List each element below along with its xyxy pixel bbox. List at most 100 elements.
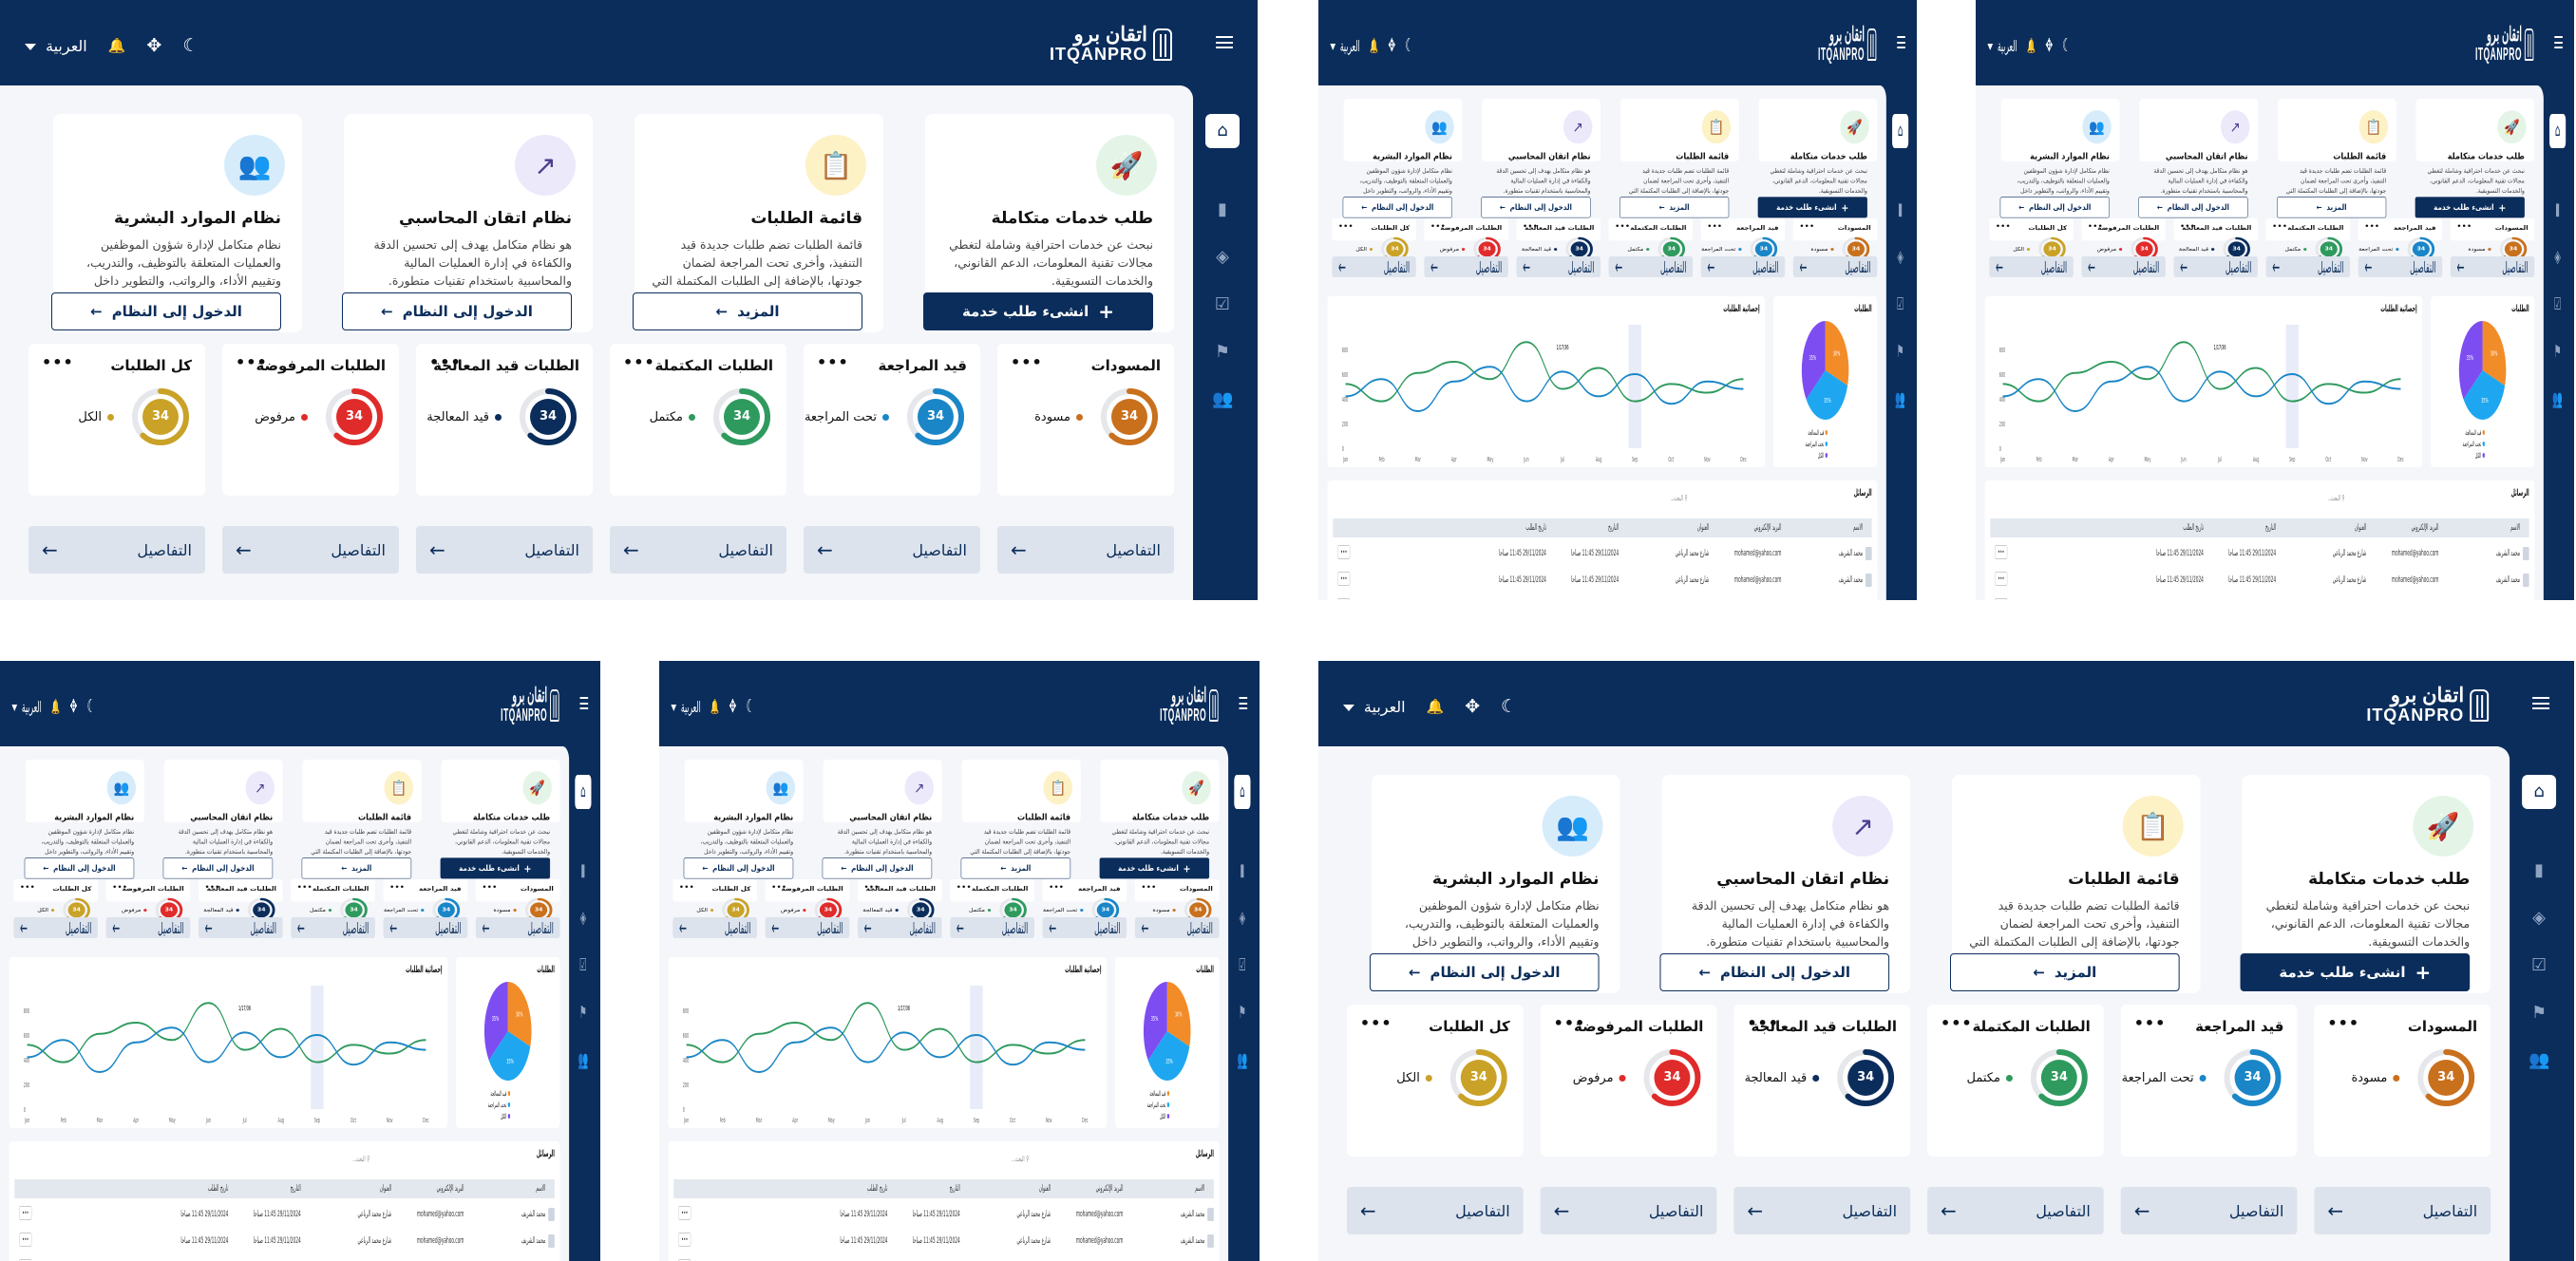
card-action-button[interactable]: المزيد ← <box>1950 953 2180 991</box>
card-action-button[interactable]: الدخول إلى النظام ← <box>342 292 572 330</box>
create-request-button[interactable]: + انشىء طلب خدمة <box>2240 953 2471 991</box>
chart-icon[interactable]: ▮ <box>1238 860 1247 881</box>
home-icon[interactable]: ⌂ <box>2522 775 2557 809</box>
chart-icon[interactable]: ▮ <box>1212 199 1233 220</box>
more-options-button[interactable]: ••• <box>1707 222 1722 230</box>
card-action-button[interactable]: المزيد ← <box>960 857 1071 879</box>
check-square-icon[interactable]: ☑ <box>1895 294 1904 315</box>
language-select[interactable]: العربية <box>1330 37 1360 55</box>
details-button[interactable]: التفاصيل ← <box>997 526 1174 574</box>
details-button[interactable]: التفاصيل ← <box>2173 255 2259 278</box>
more-options-button[interactable]: ••• <box>1049 883 1064 891</box>
details-button[interactable]: التفاصيل ← <box>1332 255 1416 278</box>
moon-icon[interactable]: ☾ <box>1406 36 1413 55</box>
card-action-button[interactable]: المزيد ← <box>301 857 412 879</box>
card-action-button[interactable]: الدخول إلى النظام ← <box>2138 197 2248 218</box>
layers-icon[interactable]: ◈ <box>578 908 588 929</box>
check-square-icon[interactable]: ☑ <box>1212 294 1233 315</box>
more-options-button[interactable]: ••• <box>2272 222 2287 230</box>
card-action-button[interactable]: الدخول إلى النظام ← <box>162 857 274 879</box>
more-options-button[interactable]: ••• <box>1941 1014 1973 1032</box>
details-button[interactable]: التفاصيل ← <box>1346 1187 1524 1234</box>
details-button[interactable]: التفاصيل ← <box>475 916 560 939</box>
card-action-button[interactable]: الدخول إلى النظام ← <box>24 857 135 879</box>
more-options-button[interactable]: ••• <box>1142 883 1157 891</box>
more-options-button[interactable]: ••• <box>1523 222 1538 230</box>
more-options-button[interactable]: ••• <box>1554 1014 1586 1032</box>
create-request-button[interactable]: + انشىء طلب خدمة <box>2415 197 2525 218</box>
details-button[interactable]: التفاصيل ← <box>13 916 99 939</box>
details-button[interactable]: التفاصيل ← <box>950 916 1034 939</box>
more-options-button[interactable]: ••• <box>1430 222 1446 230</box>
move-icon[interactable]: ✥ <box>1389 36 1396 55</box>
card-action-button[interactable]: الدخول إلى النظام ← <box>683 857 794 879</box>
flag-icon[interactable]: ⚑ <box>1238 1003 1247 1024</box>
bell-icon[interactable]: 🔔 <box>1427 697 1445 716</box>
language-select[interactable]: العربية <box>1342 698 1406 716</box>
users-icon[interactable]: 👥 <box>1212 389 1233 410</box>
details-button[interactable]: التفاصيل ← <box>1516 255 1601 278</box>
flag-icon[interactable]: ⚑ <box>1212 342 1233 363</box>
more-options-button[interactable]: ••• <box>864 883 880 891</box>
details-button[interactable]: التفاصيل ← <box>28 526 205 574</box>
users-icon[interactable]: 👥 <box>2552 389 2563 410</box>
details-button[interactable]: التفاصيل ← <box>1989 255 2074 278</box>
card-action-button[interactable]: الدخول إلى النظام ← <box>1369 953 1600 991</box>
home-icon[interactable]: ⌂ <box>575 775 592 809</box>
more-options-button[interactable]: ••• <box>1360 1014 1392 1032</box>
check-square-icon[interactable]: ☑ <box>1238 955 1247 976</box>
chart-icon[interactable]: ▮ <box>578 860 588 881</box>
more-options-button[interactable]: ••• <box>20 883 35 891</box>
flag-icon[interactable]: ⚑ <box>1895 342 1904 363</box>
check-square-icon[interactable]: ☑ <box>2529 955 2549 976</box>
card-action-button[interactable]: المزيد ← <box>633 292 862 330</box>
row-more-button[interactable]: ••• <box>1994 598 2008 600</box>
flag-icon[interactable]: ⚑ <box>578 1003 588 1024</box>
language-select[interactable]: العربية <box>671 698 701 716</box>
users-icon[interactable]: 👥 <box>1895 389 1905 410</box>
details-button[interactable]: التفاصيل ← <box>1134 916 1220 939</box>
bell-icon[interactable]: 🔔 <box>108 36 126 55</box>
layers-icon[interactable]: ◈ <box>2552 247 2562 268</box>
details-button[interactable]: التفاصيل ← <box>672 916 758 939</box>
details-button[interactable]: التفاصيل ← <box>1540 1187 1717 1234</box>
more-options-button[interactable]: ••• <box>2364 222 2379 230</box>
chart-icon[interactable]: ▮ <box>2529 860 2549 881</box>
more-options-button[interactable]: ••• <box>389 883 405 891</box>
card-action-button[interactable]: الدخول إلى النظام ← <box>1342 197 1452 218</box>
layers-icon[interactable]: ◈ <box>2529 908 2549 929</box>
row-more-button[interactable]: ••• <box>1336 572 1351 586</box>
details-button[interactable]: التفاصيل ← <box>2358 255 2443 278</box>
users-icon[interactable]: 👥 <box>2529 1050 2549 1071</box>
more-options-button[interactable]: ••• <box>483 883 498 891</box>
move-icon[interactable]: ✥ <box>2046 36 2054 55</box>
details-button[interactable]: التفاصيل ← <box>2081 255 2166 278</box>
more-options-button[interactable]: ••• <box>1338 222 1354 230</box>
details-button[interactable]: التفاصيل ← <box>222 526 399 574</box>
details-button[interactable]: التفاصيل ← <box>1927 1187 2104 1234</box>
details-button[interactable]: التفاصيل ← <box>1042 916 1127 939</box>
details-button[interactable]: التفاصيل ← <box>804 526 980 574</box>
details-button[interactable]: التفاصيل ← <box>105 916 191 939</box>
row-more-button[interactable]: ••• <box>1994 545 2008 559</box>
bell-icon[interactable]: 🔔 <box>51 697 60 716</box>
menu-icon[interactable] <box>579 697 589 709</box>
more-options-button[interactable]: ••• <box>623 353 655 371</box>
details-button[interactable]: التفاصيل ← <box>291 916 375 939</box>
more-options-button[interactable]: ••• <box>1996 222 2011 230</box>
details-button[interactable]: التفاصيل ← <box>2120 1187 2298 1234</box>
chart-icon[interactable]: ▮ <box>1895 199 1904 220</box>
language-select[interactable]: العربية <box>25 37 87 55</box>
more-options-button[interactable]: ••• <box>2456 222 2472 230</box>
more-options-button[interactable]: ••• <box>1011 353 1043 371</box>
menu-icon[interactable] <box>1216 36 1233 48</box>
flag-icon[interactable]: ⚑ <box>2552 342 2562 363</box>
more-options-button[interactable]: ••• <box>429 353 462 371</box>
move-icon[interactable]: ✥ <box>729 697 737 716</box>
more-options-button[interactable]: ••• <box>1615 222 1630 230</box>
details-button[interactable]: التفاصيل ← <box>1608 255 1694 278</box>
row-more-button[interactable]: ••• <box>1336 598 1351 600</box>
more-options-button[interactable]: ••• <box>2088 222 2103 230</box>
more-options-button[interactable]: ••• <box>2327 1014 2359 1032</box>
card-action-button[interactable]: المزيد ← <box>1619 197 1730 218</box>
